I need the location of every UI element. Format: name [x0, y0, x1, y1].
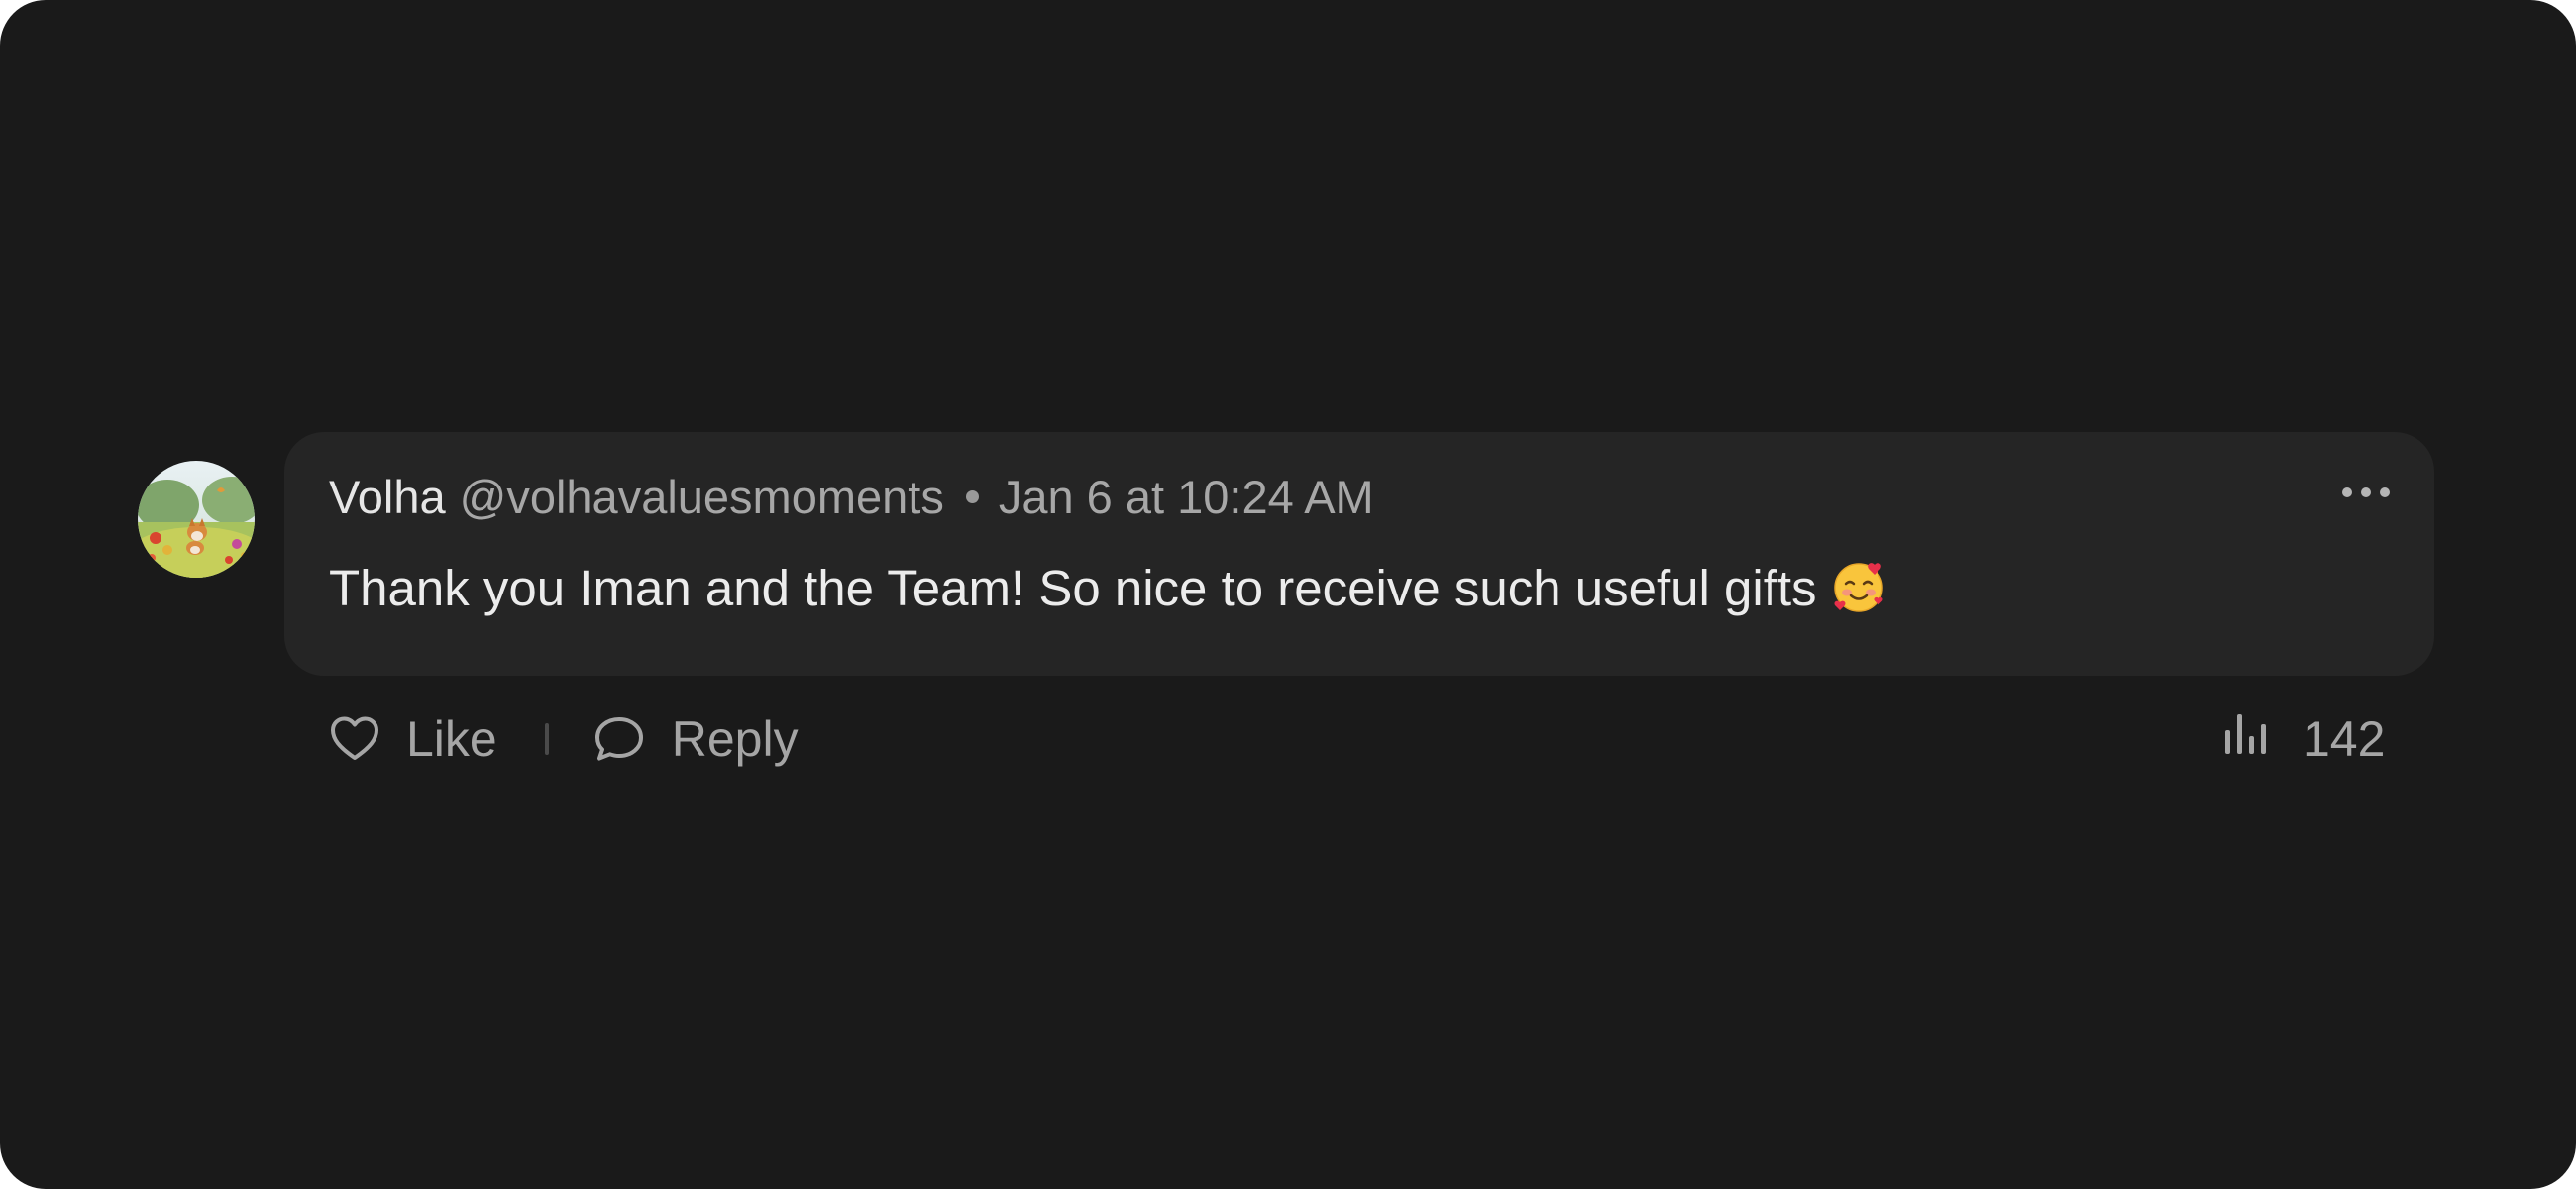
comment-text: Thank you Iman and the Team! So nice to …	[329, 553, 1886, 624]
comment-actions: Like Reply	[329, 705, 799, 773]
views-count: 142	[2303, 711, 2386, 767]
like-label: Like	[406, 711, 497, 767]
comment-card: Volha @volhavaluesmoments Jan 6 at 10:24 A…	[0, 0, 2576, 1189]
reply-button[interactable]: Reply	[592, 710, 799, 768]
action-divider	[544, 723, 549, 755]
speech-bubble-icon	[592, 714, 646, 764]
ellipsis-dot	[2380, 487, 2390, 497]
heart-icon	[329, 715, 380, 763]
ellipsis-icon	[2342, 487, 2352, 497]
timestamp[interactable]: Jan 6 at 10:24 AM	[999, 471, 1374, 523]
avatar-image	[138, 461, 255, 578]
more-options-button[interactable]	[2331, 468, 2401, 517]
like-button[interactable]: Like	[329, 710, 497, 768]
comment-bubble: Volha @volhavaluesmoments Jan 6 at 10:24 A…	[284, 432, 2434, 676]
avatar[interactable]	[138, 461, 255, 578]
comment-meta: Volha @volhavaluesmoments Jan 6 at 10:24 A…	[329, 464, 1374, 531]
ellipsis-dot	[2361, 487, 2371, 497]
author-handle[interactable]: @volhavaluesmoments	[460, 471, 944, 523]
view-count: 142	[2221, 705, 2385, 773]
comment-message: Thank you Iman and the Team! So nice to …	[329, 560, 1817, 616]
reply-label: Reply	[671, 711, 799, 767]
separator-dot	[965, 490, 979, 504]
smiling-face-with-hearts-icon	[1831, 559, 1886, 614]
author-name[interactable]: Volha	[329, 471, 446, 523]
bar-chart-icon	[2221, 710, 2273, 768]
